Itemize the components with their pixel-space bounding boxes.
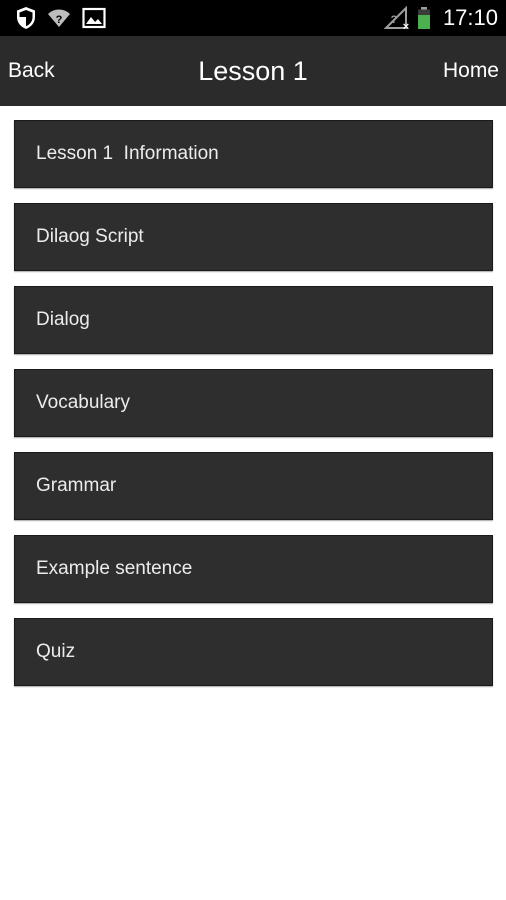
- menu-item-vocabulary[interactable]: Vocabulary: [14, 369, 493, 437]
- menu-item-example-sentence[interactable]: Example sentence: [14, 535, 493, 603]
- status-time: 17:10: [442, 5, 498, 30]
- svg-text:?: ?: [56, 14, 63, 26]
- no-sim-icon: ? ×: [384, 6, 412, 30]
- wifi-question-icon: ?: [47, 6, 71, 30]
- home-button[interactable]: Home: [436, 36, 506, 106]
- page-title: Lesson 1: [198, 55, 308, 86]
- back-button[interactable]: Back: [0, 36, 63, 106]
- image-icon: [81, 6, 107, 30]
- menu-item-grammar[interactable]: Grammar: [14, 452, 493, 520]
- lesson-menu-list: Lesson 1 Information Dilaog Script Dialo…: [14, 120, 493, 701]
- status-bar: ? ? × 17:10: [0, 0, 506, 36]
- svg-text:×: ×: [403, 21, 409, 30]
- svg-text:?: ?: [391, 14, 398, 26]
- menu-item-dialog-script[interactable]: Dilaog Script: [14, 203, 493, 271]
- battery-icon: [416, 6, 432, 30]
- action-bar: Back Lesson 1 Home: [0, 36, 506, 106]
- menu-item-quiz[interactable]: Quiz: [14, 618, 493, 686]
- menu-item-dialog[interactable]: Dialog: [14, 286, 493, 354]
- menu-item-lesson-information[interactable]: Lesson 1 Information: [14, 120, 493, 188]
- shield-icon: [14, 6, 38, 30]
